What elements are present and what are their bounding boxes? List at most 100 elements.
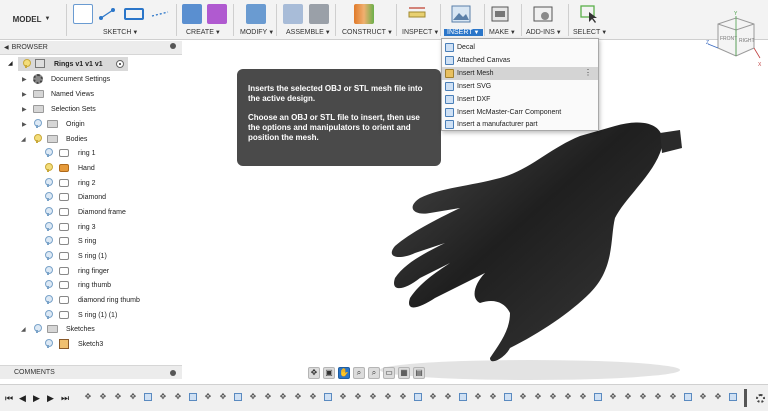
visibility-bulb-icon[interactable] xyxy=(44,222,53,232)
tree-named-views[interactable]: ▶ Named Views xyxy=(0,87,182,101)
tree-body-ring-finger[interactable]: ring finger xyxy=(0,264,182,278)
select-icon[interactable] xyxy=(579,4,599,24)
menu-item-manufacturer-part[interactable]: Insert a manufacturer part xyxy=(442,118,598,131)
play-icon[interactable]: ▶ xyxy=(33,393,40,404)
timeline-feature-icon[interactable] xyxy=(144,393,152,401)
timeline-feature-icon[interactable]: ✥ xyxy=(429,393,437,401)
go-to-end-icon[interactable]: ⏭ xyxy=(61,393,69,404)
timeline-feature-icon[interactable]: ✥ xyxy=(99,393,107,401)
joint-icon[interactable] xyxy=(309,4,329,24)
timeline-feature-icon[interactable]: ✥ xyxy=(279,393,287,401)
visibility-bulb-icon[interactable] xyxy=(44,178,53,188)
timeline-feature-icon[interactable]: ✥ xyxy=(579,393,587,401)
insert-image-icon[interactable] xyxy=(451,4,471,24)
visibility-bulb-icon[interactable] xyxy=(33,134,42,144)
create-menu[interactable]: CREATE▼ xyxy=(186,29,221,36)
visibility-bulb-icon[interactable] xyxy=(44,280,53,290)
timeline-feature-icon[interactable] xyxy=(189,393,197,401)
tree-body-ring-2[interactable]: ring 2 xyxy=(0,176,182,190)
form-icon[interactable] xyxy=(207,4,227,24)
tree-sketch3[interactable]: Sketch3 xyxy=(0,337,182,351)
tree-body-diamond[interactable]: Diamond xyxy=(0,190,182,204)
extrude-icon[interactable] xyxy=(182,4,202,24)
timeline-feature-icon[interactable]: ✥ xyxy=(264,393,272,401)
new-component-icon[interactable] xyxy=(283,4,303,24)
more-options-icon[interactable]: ⋮ xyxy=(584,68,592,77)
timeline-marker[interactable] xyxy=(744,389,747,407)
browser-root[interactable]: Rings v1 v1 v1 xyxy=(18,57,128,71)
rectangle-icon[interactable] xyxy=(124,8,144,20)
scripts-addins-icon[interactable] xyxy=(533,4,553,24)
visibility-bulb-icon[interactable] xyxy=(33,324,42,334)
tree-sketches[interactable]: ◢ Sketches xyxy=(0,322,182,336)
timeline-feature-icon[interactable]: ✥ xyxy=(489,393,497,401)
timeline-feature-icon[interactable] xyxy=(684,393,692,401)
visibility-bulb-icon[interactable] xyxy=(44,163,53,173)
timeline-feature-icon[interactable]: ✥ xyxy=(399,393,407,401)
display-settings-icon[interactable]: ▭ xyxy=(383,366,395,379)
timeline-feature-icon[interactable]: ✥ xyxy=(354,393,362,401)
select-menu[interactable]: SELECT▼ xyxy=(573,29,607,36)
timeline-feature-icon[interactable]: ✥ xyxy=(369,393,377,401)
zoom-icon[interactable]: ⌕ xyxy=(353,366,365,379)
construct-menu[interactable]: CONSTRUCT▼ xyxy=(342,29,393,36)
visibility-bulb-icon[interactable] xyxy=(44,251,53,261)
tree-origin[interactable]: ▶ Origin xyxy=(0,117,182,131)
timeline-feature-icon[interactable] xyxy=(324,393,332,401)
visibility-bulb-icon[interactable] xyxy=(44,207,53,217)
timeline-feature-icon[interactable]: ✥ xyxy=(129,393,137,401)
tree-body-hand[interactable]: Hand xyxy=(0,161,182,175)
tree-body-ring-thumb[interactable]: ring thumb xyxy=(0,278,182,292)
menu-item-attached-canvas[interactable]: Attached Canvas xyxy=(442,54,598,67)
visibility-bulb-icon[interactable] xyxy=(22,59,31,69)
timeline-feature-icon[interactable] xyxy=(504,393,512,401)
timeline-feature-icon[interactable] xyxy=(234,393,242,401)
comments-panel[interactable]: COMMENTS xyxy=(0,365,182,379)
tree-body-diamond-frame[interactable]: Diamond frame xyxy=(0,205,182,219)
timeline-feature-icon[interactable]: ✥ xyxy=(714,393,722,401)
look-at-icon[interactable]: ▣ xyxy=(323,366,335,379)
collapse-icon[interactable]: ◀ xyxy=(4,44,9,51)
grid-snaps-icon[interactable]: ▦ xyxy=(398,366,410,379)
expand-icon[interactable]: ◢ xyxy=(8,60,13,67)
pin-icon[interactable] xyxy=(170,43,176,49)
timeline-feature-icon[interactable]: ✥ xyxy=(549,393,557,401)
viewports-icon[interactable]: ▤ xyxy=(413,366,425,379)
tree-bodies[interactable]: ◢ Bodies xyxy=(0,132,182,146)
timeline-feature-icon[interactable]: ✥ xyxy=(624,393,632,401)
project-icon[interactable] xyxy=(150,4,170,24)
menu-item-insert-svg[interactable]: Insert SVG xyxy=(442,80,598,93)
workspace-switcher[interactable]: MODEL ▼ xyxy=(4,8,59,30)
add-ins-menu[interactable]: ADD-INS▼ xyxy=(526,29,562,36)
pan-icon[interactable]: ✋ xyxy=(338,366,350,379)
timeline-feature-icon[interactable]: ✥ xyxy=(654,393,662,401)
timeline-feature-icon[interactable]: ✥ xyxy=(564,393,572,401)
timeline-feature-icon[interactable] xyxy=(459,393,467,401)
create-sketch-icon[interactable] xyxy=(73,4,93,24)
press-pull-icon[interactable] xyxy=(246,4,266,24)
tree-body-s-ring-1-1[interactable]: S ring (1) (1) xyxy=(0,308,182,322)
measure-icon[interactable] xyxy=(407,4,427,24)
visibility-bulb-icon[interactable] xyxy=(44,266,53,276)
timeline-feature-icon[interactable]: ✥ xyxy=(204,393,212,401)
visibility-bulb-icon[interactable] xyxy=(44,310,53,320)
timeline-feature-icon[interactable]: ✥ xyxy=(519,393,527,401)
assemble-menu[interactable]: ASSEMBLE▼ xyxy=(286,29,331,36)
timeline-feature-icon[interactable]: ✥ xyxy=(384,393,392,401)
timeline-feature-icon[interactable]: ✥ xyxy=(114,393,122,401)
menu-item-decal[interactable]: Decal xyxy=(442,41,598,54)
visibility-bulb-icon[interactable] xyxy=(44,339,53,349)
3d-print-icon[interactable] xyxy=(490,4,510,24)
timeline-feature-icon[interactable]: ✥ xyxy=(444,393,452,401)
timeline-feature-icon[interactable]: ✥ xyxy=(699,393,707,401)
timeline-feature-icon[interactable]: ✥ xyxy=(639,393,647,401)
viewcube[interactable]: FRONT RIGHT Y Z X xyxy=(706,10,764,68)
tree-selection-sets[interactable]: ▶ Selection Sets xyxy=(0,102,182,116)
timeline-feature-icon[interactable]: ✥ xyxy=(174,393,182,401)
timeline-feature-icon[interactable] xyxy=(414,393,422,401)
tree-body-ring-1[interactable]: ring 1 xyxy=(0,146,182,160)
timeline-feature-icon[interactable]: ✥ xyxy=(219,393,227,401)
visibility-bulb-icon[interactable] xyxy=(44,192,53,202)
timeline-feature-icon[interactable]: ✥ xyxy=(309,393,317,401)
tree-body-s-ring[interactable]: S ring xyxy=(0,234,182,248)
